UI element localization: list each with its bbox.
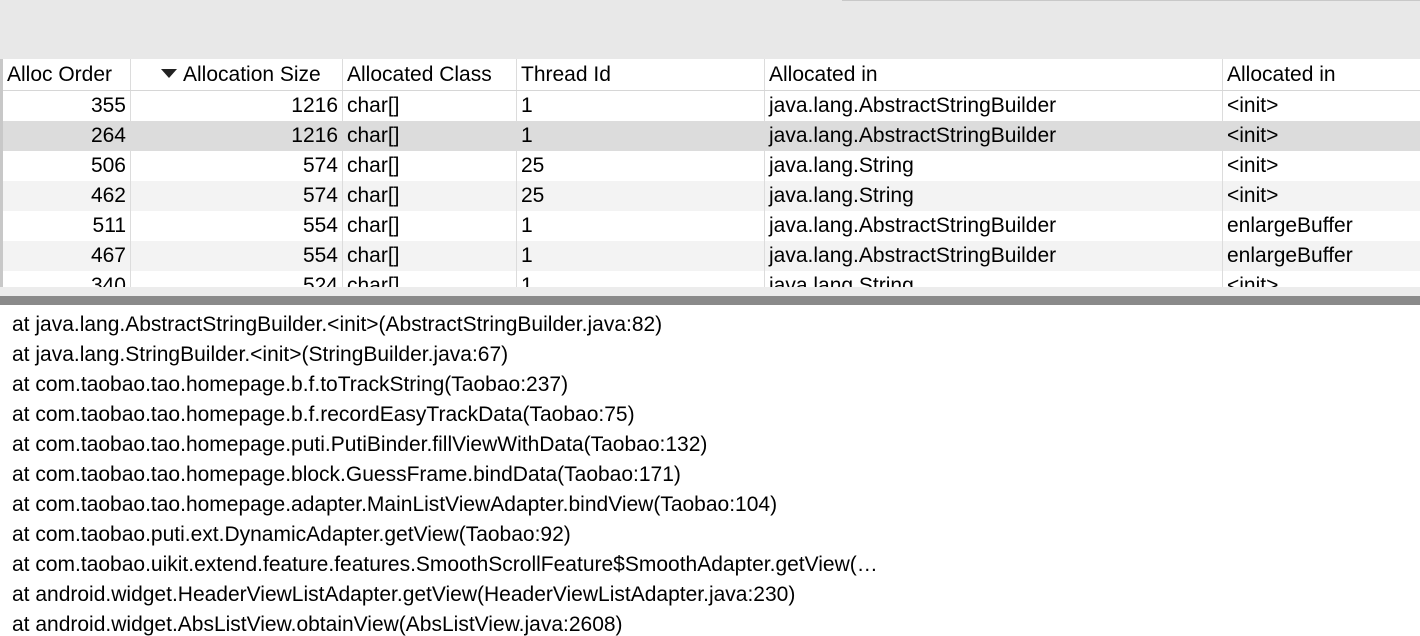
cell-allocated-in-class: java.lang.AbstractStringBuilder (765, 91, 1223, 121)
column-header-allocated-in-class[interactable]: Allocated in (765, 59, 1223, 90)
column-header-allocation-size[interactable]: Allocation Size (131, 59, 343, 90)
table-row[interactable]: 511 554 char[] 1 java.lang.AbstractStringBui… (3, 211, 1420, 241)
cell-thread-id: 1 (517, 91, 765, 121)
cell-thread-id: 1 (517, 241, 765, 271)
cell-allocated-in-method: <init> (1227, 274, 1279, 287)
cell-allocated-class: char[] (343, 121, 517, 151)
cell-allocated-in-class: java.lang.String (765, 271, 1223, 287)
cell-allocated-class: char[] (343, 181, 517, 211)
cell-allocation-size: 524 (131, 271, 343, 287)
cell-allocated-class: char[] (343, 91, 517, 121)
stack-frame-line[interactable]: at android.widget.HeaderViewListAdapter.… (12, 580, 795, 610)
table-body: 355 1216 char[] 1 java.lang.AbstractStringBu… (3, 91, 1420, 287)
table-bottom-gap (0, 287, 1420, 296)
column-header-label: Allocated in (1227, 63, 1336, 86)
cell-thread-id: 25 (517, 151, 765, 181)
table-row[interactable]: 355 1216 char[] 1 java.lang.AbstractStringBu… (3, 91, 1420, 121)
stack-frame-line[interactable]: at android.widget.AbsListView.obtainView… (12, 610, 623, 636)
stack-frame-line[interactable]: at com.taobao.tao.homepage.adapter.MainL… (12, 490, 777, 520)
split-pane-divider[interactable] (0, 296, 1420, 305)
cell-allocated-class: char[] (343, 241, 517, 271)
cell-allocated-in-method: <init> (1227, 124, 1279, 147)
column-header-alloc-order[interactable]: Alloc Order (3, 59, 131, 90)
cell-alloc-order: 264 (3, 121, 131, 151)
cell-thread-id: 1 (517, 271, 765, 287)
cell-allocated-in-class: java.lang.AbstractStringBuilder (765, 241, 1223, 271)
cell-alloc-order: 340 (3, 271, 131, 287)
cell-allocation-size: 574 (131, 181, 343, 211)
toolbar-area (0, 0, 1420, 59)
table-row[interactable]: 340 524 char[] 1 java.lang.String <init> (3, 271, 1420, 287)
stack-frame-line[interactable]: at com.taobao.tao.homepage.block.GuessFr… (12, 460, 681, 490)
cell-alloc-order: 462 (3, 181, 131, 211)
cell-alloc-order: 511 (3, 211, 131, 241)
table-row[interactable]: 467 554 char[] 1 java.lang.AbstractStringBui… (3, 241, 1420, 271)
cell-alloc-order: 506 (3, 151, 131, 181)
table-row[interactable]: 462 574 char[] 25 java.lang.String <init> (3, 181, 1420, 211)
cell-thread-id: 1 (517, 121, 765, 151)
stack-frame-line[interactable]: at com.taobao.tao.homepage.b.f.recordEas… (12, 400, 635, 430)
stack-frame-line[interactable]: at com.taobao.puti.ext.DynamicAdapter.ge… (12, 520, 571, 550)
cell-allocation-size: 574 (131, 151, 343, 181)
column-header-thread-id[interactable]: Thread Id (517, 59, 765, 90)
cell-allocated-in-class: java.lang.String (765, 181, 1223, 211)
column-header-allocated-class[interactable]: Allocated Class (343, 59, 517, 90)
stack-frame-line[interactable]: at com.taobao.tao.homepage.puti.PutiBind… (12, 430, 707, 460)
column-header-label: Thread Id (521, 63, 611, 86)
table-row[interactable]: 264 1216 char[] 1 java.lang.AbstractStringBu… (3, 121, 1420, 151)
stack-frame-line[interactable]: at java.lang.StringBuilder.<init>(String… (12, 340, 508, 370)
cell-alloc-order: 467 (3, 241, 131, 271)
stack-frame-line[interactable]: at com.taobao.uikit.extend.feature.featu… (12, 550, 878, 580)
cell-allocation-size: 1216 (131, 91, 343, 121)
column-header-label: Allocated Class (347, 63, 492, 86)
column-header-allocated-in-method[interactable]: Allocated in (1223, 59, 1420, 90)
column-header-label: Allocated in (769, 63, 878, 86)
column-header-label: Alloc Order (7, 63, 113, 86)
cell-allocated-in-class: java.lang.AbstractStringBuilder (765, 121, 1223, 151)
column-header-label: Allocation Size (183, 63, 321, 86)
cell-allocated-class: char[] (343, 211, 517, 241)
cell-allocated-in-class: java.lang.AbstractStringBuilder (765, 211, 1223, 241)
stack-trace-panel: at java.lang.AbstractStringBuilder.<init… (0, 305, 1420, 636)
stack-frame-line[interactable]: at com.taobao.tao.homepage.b.f.toTrackSt… (12, 370, 568, 400)
cell-allocated-in-method: enlargeBuffer (1227, 244, 1353, 267)
cell-allocated-class: char[] (343, 271, 517, 287)
table-header: Alloc Order Allocation Size Allocated Cl… (3, 59, 1420, 91)
cell-allocated-in-method: <init> (1227, 94, 1279, 117)
cell-thread-id: 1 (517, 211, 765, 241)
cell-allocated-in-class: java.lang.String (765, 151, 1223, 181)
cell-alloc-order: 355 (3, 91, 131, 121)
allocation-table: Alloc Order Allocation Size Allocated Cl… (0, 59, 1420, 287)
sort-descending-icon (161, 68, 177, 78)
cell-thread-id: 25 (517, 181, 765, 211)
cell-allocated-in-method: <init> (1227, 184, 1279, 207)
cell-allocation-size: 554 (131, 211, 343, 241)
cell-allocation-size: 1216 (131, 121, 343, 151)
toolbar-separator (842, 0, 1420, 1)
stack-frame-line[interactable]: at java.lang.AbstractStringBuilder.<init… (12, 310, 662, 340)
cell-allocated-in-method: <init> (1227, 154, 1279, 177)
cell-allocated-in-method: enlargeBuffer (1227, 214, 1353, 237)
cell-allocation-size: 554 (131, 241, 343, 271)
cell-allocated-class: char[] (343, 151, 517, 181)
table-row[interactable]: 506 574 char[] 25 java.lang.String <init> (3, 151, 1420, 181)
